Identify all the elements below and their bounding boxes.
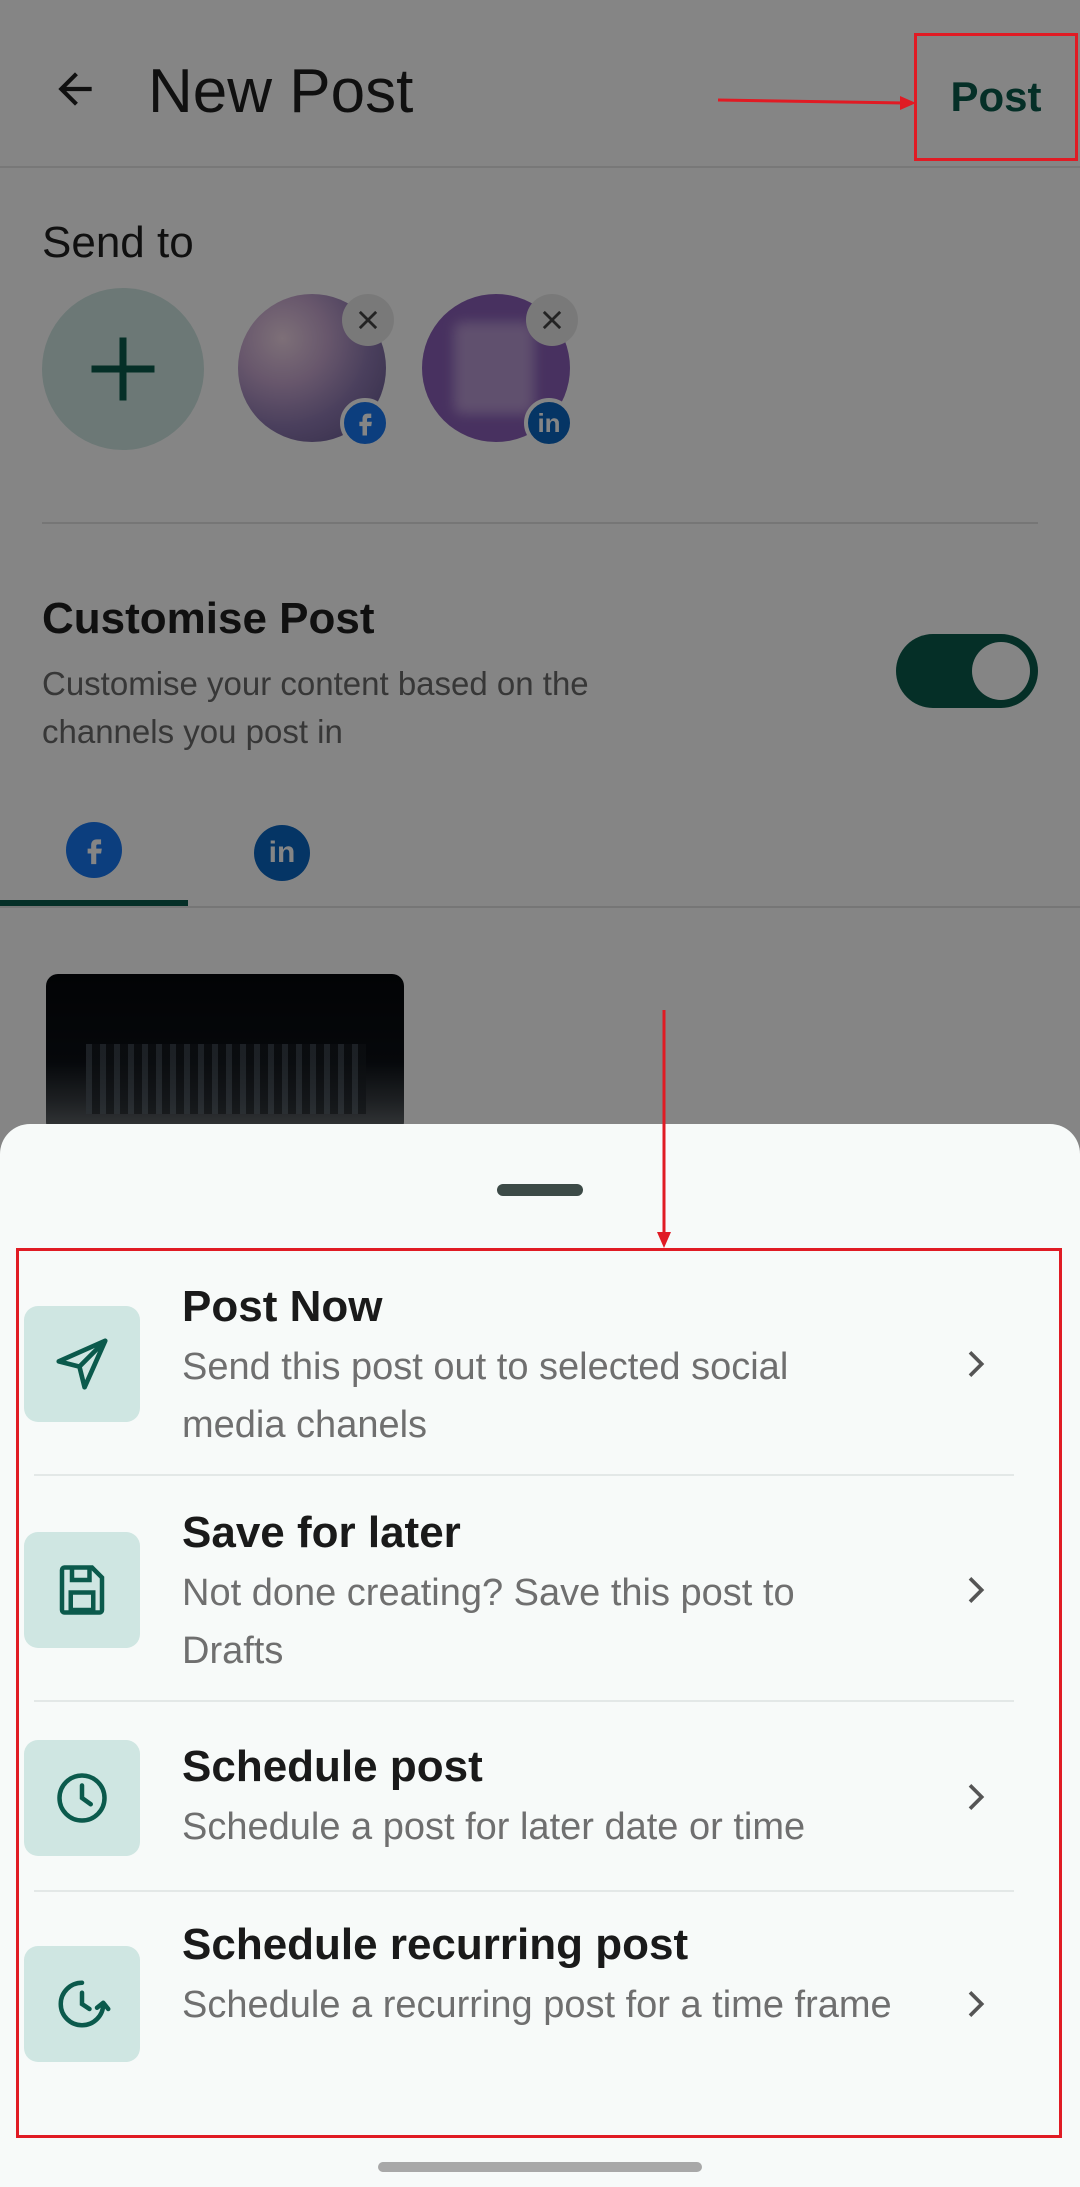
annotation-arrows bbox=[657, 96, 916, 1248]
arrow-to-post-button bbox=[717, 96, 916, 110]
arrow-to-options bbox=[657, 1010, 671, 1248]
